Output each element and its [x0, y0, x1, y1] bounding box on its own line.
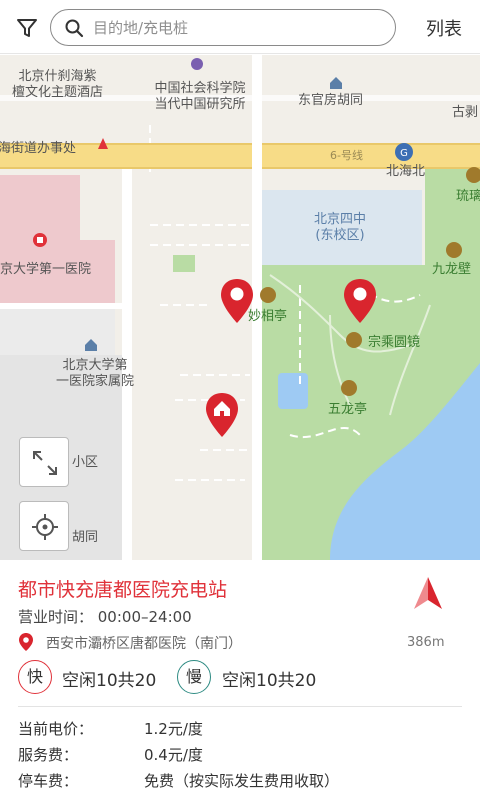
- parking-fee-value: 免费（按实际发生费用收取）: [144, 772, 340, 790]
- map-label-dongguanfang: 东官房胡同: [298, 93, 364, 108]
- road-label: 6-号线: [330, 149, 363, 162]
- svg-text:G: G: [400, 148, 408, 159]
- top-bar: 列表: [0, 0, 480, 54]
- parking-fee-label: 停车费：: [18, 772, 79, 790]
- charging-station-pin[interactable]: [342, 277, 378, 325]
- expand-icon: [33, 451, 57, 475]
- navigate-icon[interactable]: [413, 576, 443, 610]
- fast-charger-status: 空闲10共20: [62, 671, 157, 691]
- map-label-hotel: 北京什刹海紫 檀文化主题酒店: [11, 69, 103, 100]
- map-label-street-office: 海街道办事处: [0, 141, 77, 156]
- map-label-hospital: 京大学第一医院: [0, 262, 92, 277]
- business-hours: 营业时间： 00:00–24:00: [18, 608, 192, 626]
- map-label-liuli: 琉璃: [456, 189, 480, 204]
- service-fee-value: 0.4元/度: [144, 746, 203, 764]
- slow-charger-status: 空闲10共20: [222, 671, 317, 691]
- electricity-price-value: 1.2元/度: [144, 720, 203, 738]
- list-view-button[interactable]: 列表: [426, 15, 462, 41]
- fullscreen-button[interactable]: [19, 437, 69, 487]
- station-distance: 386m: [407, 635, 445, 650]
- fast-charger-badge: 快: [18, 660, 52, 694]
- charging-station-pin[interactable]: [219, 277, 255, 325]
- service-fee-label: 服务费：: [18, 746, 79, 764]
- map-label-jiulongbi: 九龙壁: [432, 262, 472, 277]
- slow-charger-badge: 慢: [177, 660, 211, 694]
- map-label-beihaibei: 北海北: [386, 164, 426, 179]
- electricity-price-label: 当前电价：: [18, 720, 94, 738]
- locate-button[interactable]: [19, 501, 69, 551]
- map-label-cass: 中国社会科学院 当代中国研究所: [154, 81, 246, 112]
- map-label-school: 北京四中 (东校区): [313, 212, 366, 243]
- search-box[interactable]: [50, 9, 396, 46]
- location-pin-icon: [19, 633, 33, 651]
- map-label-hutong: 胡同: [72, 530, 99, 545]
- map-label-xiaoqu: 小区: [72, 455, 99, 470]
- map-label-dorm: 北京大学第 一医院家属院: [55, 358, 134, 389]
- search-input[interactable]: [93, 14, 383, 41]
- station-name[interactable]: 都市快充唐都医院充电站: [18, 575, 227, 602]
- search-icon: [65, 19, 84, 38]
- home-location-pin[interactable]: [204, 391, 240, 439]
- crosshair-icon: [32, 514, 58, 540]
- filter-icon[interactable]: [14, 15, 40, 41]
- map-label-wulong: 五龙亭: [328, 402, 368, 417]
- station-address: 西安市灞桥区唐都医院（南门）: [46, 636, 242, 652]
- map-label-guyi: 古剥: [452, 105, 479, 120]
- card-divider: [18, 706, 462, 707]
- map-label-zongcheng: 宗乘圆镜: [368, 335, 421, 350]
- map-view[interactable]: G 北京什刹海紫 檀文化主题酒店 中国社会科学院 当代中国研究所 东官房胡同 古…: [0, 55, 480, 560]
